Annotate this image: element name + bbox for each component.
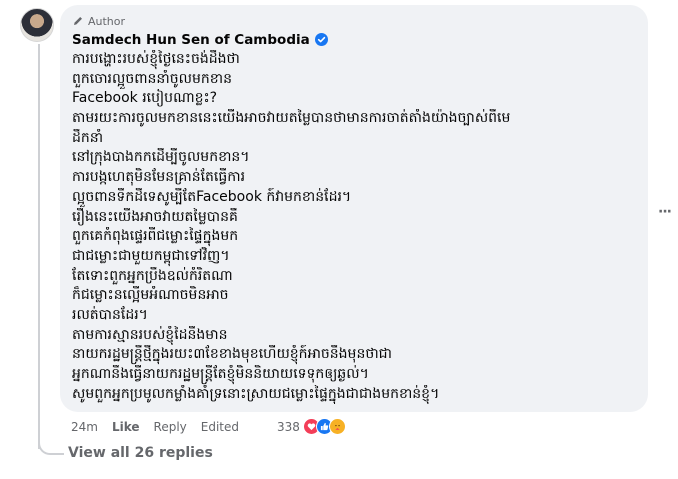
- comment-line: តាមការស្មានរបស់ខ្ញុំដៃនឹងមាន: [72, 326, 228, 343]
- reply-thread-connector: [38, 433, 64, 455]
- comment-line: ដឹកនាំ: [72, 129, 104, 146]
- author-badge-label: Author: [88, 14, 126, 28]
- comment-line: អ្នកណានឹងធ្វើនាយករដ្ឋមន្ត្រីតែខ្ញុំមិននិ…: [72, 366, 369, 382]
- author-badge: Author: [72, 13, 636, 29]
- author-name[interactable]: Samdech Hun Sen of Cambodia: [72, 32, 310, 48]
- comment-line: នាយករដ្ឋមន្ត្រីថ្មីក្នុងរយះ៣ខែខាងមុខហើយខ…: [72, 346, 392, 363]
- comment-line: រលត់បានដែរ។: [72, 306, 148, 323]
- comment-line: រឿងនេះយើងអាចវាយតម្លៃបានគឺ: [72, 208, 238, 225]
- verified-badge-icon: [314, 33, 328, 46]
- comment-line: ការបង្កហេតុមិនមែនគ្រាន់តែធ្វើការ: [72, 169, 246, 186]
- comment-line: នៅក្រុងបាងកកដើម្បីចូលមកខាន។: [72, 149, 250, 166]
- comment-line: ពួកគេកំពុងផ្ទេរពីជម្លោះផ្ទៃក្នុងមក: [72, 228, 239, 245]
- reply-thread-line: [38, 44, 40, 449]
- comment-line: សូមពួកអ្នកប្រមូលកម្លាំងគាំទ្រនោះស្រាយជម្…: [72, 385, 440, 402]
- reaction-icons[interactable]: [302, 418, 346, 435]
- comment-timestamp[interactable]: 24m: [71, 420, 98, 434]
- like-button[interactable]: Like: [112, 420, 140, 434]
- comment-bubble: Author Samdech Hun Sen of Cambodia ការបង…: [60, 5, 648, 412]
- author-name-row: Samdech Hun Sen of Cambodia: [72, 30, 636, 49]
- reaction-count[interactable]: 338: [277, 420, 300, 434]
- comment-line: ជាជម្លោះជាមួយកម្ពុជាទៅវិញ។: [72, 247, 230, 264]
- comment-line: តែទោះពួកអ្នកប្រឹងឧល់កំរិតណា: [72, 267, 233, 284]
- pencil-icon: [74, 17, 82, 25]
- comment-text: ការបង្ហោះរបស់ខ្ញុំថ្ងៃនេះចង់ដឹងថា ពួកចោរ…: [72, 50, 636, 404]
- comment-line: ការបង្ហោះរបស់ខ្ញុំថ្ងៃនេះចង់ដឹងថា: [72, 51, 240, 67]
- care-reaction-icon: [328, 418, 346, 435]
- more-options-icon[interactable]: ···: [658, 204, 672, 220]
- author-avatar[interactable]: [20, 8, 54, 42]
- comment-line: ក៏ជម្លោះនល្អើមអំណាចមិនអាច: [72, 287, 229, 304]
- comment-line: Facebook របៀបណាខ្លះ?: [72, 90, 218, 107]
- comment-line: ល្អួចពានទឹកដីទេសូម្បីតែFacebook ក៍វាមកខា…: [72, 188, 352, 205]
- comment-actions: 24m Like Reply Edited 338: [71, 418, 346, 435]
- edited-label[interactable]: Edited: [201, 420, 239, 434]
- comment-line: តាមរយះការចូលមកខាននេះយើងអាចវាយតម្លៃបានថាម…: [72, 110, 511, 127]
- reply-button[interactable]: Reply: [154, 420, 187, 434]
- comment-line: ពួកចោរល្អួចពាននាំចូលមកខាន: [72, 70, 232, 87]
- view-all-replies-link[interactable]: View all 26 replies: [68, 445, 213, 461]
